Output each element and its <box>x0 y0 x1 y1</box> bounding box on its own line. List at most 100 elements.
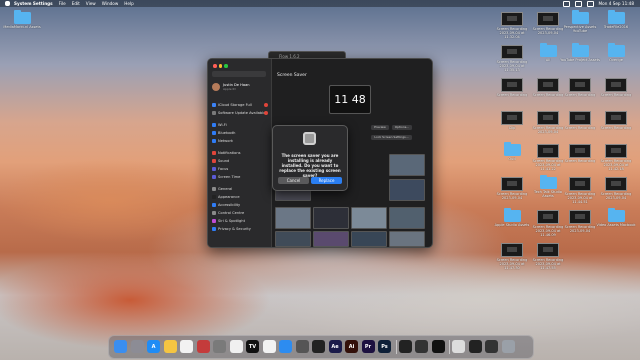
desktop-file[interactable]: Screen Recording <box>560 144 600 163</box>
desktop-file[interactable]: Screen Recording <box>596 78 636 97</box>
desktop-folder[interactable]: Apple Studio Assets <box>492 208 532 227</box>
wifi-icon[interactable] <box>574 1 582 7</box>
user-account[interactable]: Justin De Haan Apple ID <box>212 83 250 91</box>
zoom-icon[interactable] <box>224 64 228 68</box>
video-thumbnail-icon <box>501 45 523 59</box>
sidebar-item[interactable]: Software Update Available <box>212 111 268 115</box>
desktop-file[interactable]: Screen Recording <box>560 111 600 130</box>
menu-edit[interactable]: Edit <box>72 1 80 6</box>
menu-app-name[interactable]: System Settings <box>14 1 53 6</box>
sidebar-item[interactable]: Appearance <box>212 195 268 199</box>
screen-saver-tile[interactable] <box>275 207 311 229</box>
desktop-folder[interactable]: TradeFile2016 <box>596 10 636 29</box>
dock-app-icon[interactable] <box>431 340 445 353</box>
apple-icon[interactable] <box>5 1 10 6</box>
dock-app-icon[interactable] <box>415 340 428 353</box>
desktop-file[interactable]: Screen Recording <box>492 78 532 97</box>
dock-app-icon[interactable] <box>130 340 144 353</box>
sidebar-item[interactable]: iCloud Storage Full <box>212 103 268 107</box>
desktop-file[interactable]: Screen Recording 2023-09-04 <box>560 210 600 233</box>
desktop-file[interactable]: Screen Recording 2023-09-04 at 11.44.51 <box>560 177 600 204</box>
dock-app-icon[interactable]: Ai <box>345 340 358 353</box>
desktop-file[interactable]: Screen Recording 2023-09-04 at 11.35.13 <box>492 45 532 72</box>
battery-icon[interactable] <box>562 1 570 7</box>
dock-app-icon[interactable]: Pr <box>361 340 375 353</box>
settings-search-input[interactable] <box>212 71 266 77</box>
cancel-button[interactable]: Cancel <box>278 177 309 184</box>
dock-app-icon[interactable] <box>180 340 193 353</box>
sidebar-item[interactable]: Notifications <box>212 151 268 155</box>
folder-icon <box>539 175 557 189</box>
screen-saver-tile[interactable] <box>313 231 349 247</box>
sidebar-item[interactable]: Accessibility <box>212 203 268 207</box>
menu-file[interactable]: File <box>59 1 66 6</box>
screen-saver-tile[interactable] <box>389 179 425 201</box>
desktop-file[interactable]: Screen Recording <box>596 111 636 130</box>
lock-screen-settings-button[interactable]: Lock Screen Settings... <box>371 135 412 140</box>
menu-view[interactable]: View <box>86 1 96 6</box>
desktop-file[interactable]: Screen Recording 2023-09-04 at 11.47.55 <box>528 243 568 270</box>
sidebar-item[interactable]: Privacy & Security <box>212 227 268 231</box>
sidebar-item[interactable]: Screen Time <box>212 175 268 179</box>
dock-app-icon[interactable] <box>485 340 498 353</box>
sidebar-item[interactable]: Network <box>212 139 268 143</box>
desktop-file[interactable]: Screen Recording 2023-09-04 at 11.42.18 <box>596 144 636 171</box>
desktop-folder[interactable]: YouTube Project Assets <box>560 43 600 62</box>
preview-button[interactable]: Preview <box>371 125 389 130</box>
control-centre-icon[interactable] <box>586 1 594 7</box>
desktop-file[interactable]: Clip <box>492 111 532 130</box>
menu-help[interactable]: Help <box>124 1 134 6</box>
sidebar-item-icon <box>212 227 216 231</box>
dock-app-icon[interactable]: TV <box>246 340 259 353</box>
dock-app-icon[interactable] <box>279 340 292 353</box>
screen-saver-tile[interactable] <box>389 231 425 247</box>
dock-app-icon[interactable] <box>114 340 127 353</box>
desktop-folder[interactable]: Video Assets Macbook <box>596 208 636 227</box>
dock-app-icon[interactable] <box>196 340 210 353</box>
dock-app-icon[interactable] <box>163 340 177 353</box>
sidebar-item[interactable]: Focus <box>212 167 268 171</box>
dock-app-icon[interactable]: A <box>147 340 160 353</box>
dock-app-icon[interactable] <box>295 340 309 353</box>
options-button[interactable]: Options... <box>392 125 412 130</box>
screen-saver-tile[interactable] <box>351 207 387 229</box>
desktop-file[interactable]: Screen Recording 2023-09-04 <box>596 177 636 200</box>
replace-button[interactable]: Replace <box>311 177 342 184</box>
sidebar-item[interactable]: General <box>212 187 268 191</box>
sidebar-item[interactable]: Siri & Spotlight <box>212 219 268 223</box>
screen-saver-tile[interactable] <box>389 207 425 229</box>
desktop-file[interactable]: Screen Recording <box>560 78 600 97</box>
desktop-folder[interactable]: MediaMarkt.nl Assets <box>2 10 42 29</box>
dock-app-icon[interactable] <box>229 340 243 353</box>
sidebar-item[interactable]: Wi-Fi <box>212 123 268 127</box>
desktop-file[interactable]: Screen Recording 2023-09-04 at 11.47.30 <box>492 243 532 270</box>
screen-saver-tile[interactable] <box>389 154 425 176</box>
dock-app-icon[interactable]: Ae <box>328 340 342 353</box>
screen-saver-tile[interactable] <box>313 207 349 229</box>
dock-app-icon[interactable] <box>452 340 465 353</box>
dock-app-icon[interactable] <box>312 340 325 353</box>
dock-app-icon[interactable] <box>262 340 276 353</box>
desktop-folder[interactable]: Oud <box>492 142 532 161</box>
folder-icon <box>539 43 557 57</box>
menu-clock[interactable]: Mon 4 Sep 11:48 <box>599 1 634 7</box>
minimize-icon[interactable] <box>218 64 222 68</box>
dock-app-icon[interactable] <box>501 340 515 353</box>
screen-saver-tile[interactable] <box>351 231 387 247</box>
sidebar-item[interactable]: Sound <box>212 159 268 163</box>
desktop-file[interactable]: Screen Recording 2023-09-04 <box>492 177 532 200</box>
dock-app-icon[interactable] <box>398 340 412 353</box>
desktop-folder[interactable]: Perspective Assets YouTube <box>560 10 600 33</box>
desktop-folder[interactable]: Overige <box>596 43 636 62</box>
menu-window[interactable]: Window <box>102 1 119 6</box>
screen-saver-tile[interactable] <box>275 231 311 247</box>
dock-app-icon[interactable] <box>213 340 226 353</box>
close-icon[interactable] <box>213 64 217 68</box>
dock-app-icon[interactable]: Ps <box>378 340 391 353</box>
video-thumbnail-icon <box>501 78 523 92</box>
video-thumbnail-icon <box>501 111 523 125</box>
sidebar-item[interactable]: Control Centre <box>212 211 268 215</box>
desktop-file[interactable]: Screen Recording 2023-09-04 at 11.32.04 <box>492 12 532 39</box>
dock-app-icon[interactable] <box>468 340 482 353</box>
sidebar-item[interactable]: Bluetooth <box>212 131 268 135</box>
